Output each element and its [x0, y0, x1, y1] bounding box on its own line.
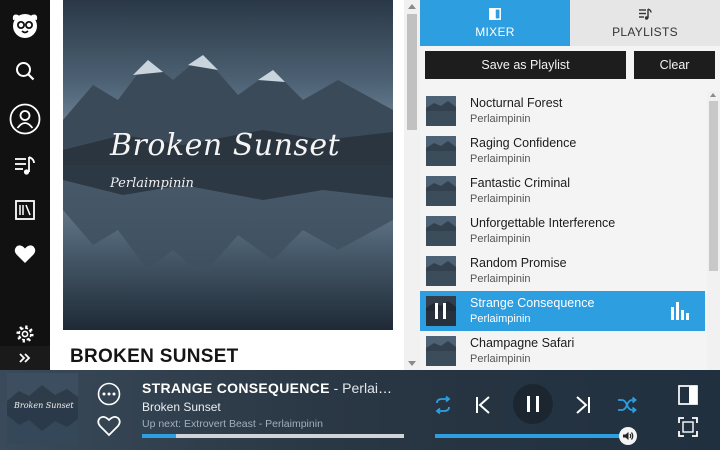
playback-progress-bar[interactable]	[142, 434, 404, 438]
app-window: Broken Sunset Perlaimpinin BROKEN SUNSET…	[0, 0, 720, 450]
queue-item[interactable]: Unforgettable Interference Perlaimpinin	[420, 211, 705, 251]
volume-slider[interactable]	[435, 434, 628, 438]
speaker-icon	[623, 432, 634, 440]
tab-mixer[interactable]: MIXER	[420, 0, 570, 46]
clear-button[interactable]: Clear	[634, 51, 715, 79]
fullscreen-icon[interactable]	[677, 416, 699, 438]
now-playing-cover-title: Broken Sunset	[14, 401, 74, 410]
track-title: Raging Confidence	[470, 136, 577, 150]
player-bar: Broken Sunset STRANGE CONSEQUENCE - Perl…	[0, 370, 720, 450]
tab-playlists[interactable]: PLAYLISTS	[570, 0, 720, 46]
queue-item[interactable]: Random Promise Perlaimpinin	[420, 251, 705, 291]
napster-logo-icon[interactable]	[0, 7, 50, 43]
mixer-icon	[489, 7, 501, 20]
track-artist: Perlaimpinin	[470, 233, 531, 245]
track-thumbnail	[426, 96, 456, 126]
search-icon[interactable]	[0, 53, 50, 89]
track-artist: Perlaimpinin	[470, 273, 531, 285]
save-as-playlist-button[interactable]: Save as Playlist	[425, 51, 626, 79]
expand-chevrons-icon[interactable]	[0, 346, 50, 370]
track-title: Champagne Safari	[470, 336, 575, 350]
album-art-artist: Perlaimpinin	[110, 176, 194, 191]
next-track-icon[interactable]	[572, 394, 594, 416]
queue-item[interactable]: Fantastic Criminal Perlaimpinin	[420, 171, 705, 211]
shuffle-icon[interactable]	[616, 394, 638, 416]
volume-fill	[435, 434, 628, 438]
playlist-icon	[638, 7, 652, 20]
scroll-down-arrow-icon[interactable]	[408, 361, 416, 366]
equalizer-icon	[670, 302, 690, 325]
previous-track-icon[interactable]	[472, 394, 494, 416]
track-artist: Perlaimpinin	[470, 193, 531, 205]
album-art-title: Broken Sunset	[110, 128, 341, 163]
favorite-heart-icon[interactable]	[97, 415, 121, 437]
album-pane: Broken Sunset Perlaimpinin BROKEN SUNSET	[50, 0, 404, 370]
scrollbar-thumb[interactable]	[407, 14, 417, 130]
track-thumbnail	[426, 256, 456, 286]
track-thumbnail	[426, 336, 456, 366]
now-playing-title[interactable]: STRANGE CONSEQUENCE	[142, 380, 330, 396]
queue-item[interactable]: Raging Confidence Perlaimpinin	[420, 131, 705, 171]
profile-icon[interactable]	[0, 101, 50, 137]
track-title: Fantastic Criminal	[470, 176, 571, 190]
track-artist: Perlaimpinin	[470, 153, 531, 165]
radio-icon[interactable]	[0, 192, 50, 228]
track-thumbnail	[426, 136, 456, 166]
pause-icon[interactable]	[430, 300, 452, 327]
volume-knob[interactable]	[619, 427, 637, 445]
now-playing-artist[interactable]: - Perlaimpinin	[330, 380, 400, 396]
track-artist: Perlaimpinin	[470, 353, 531, 365]
scroll-up-arrow-icon[interactable]	[408, 4, 416, 9]
scrollbar-thumb[interactable]	[709, 101, 718, 271]
queue-item[interactable]: Nocturnal Forest Perlaimpinin	[420, 91, 705, 131]
pause-icon	[527, 396, 539, 412]
track-title: Nocturnal Forest	[470, 96, 563, 110]
now-playing-album[interactable]: Broken Sunset	[142, 400, 221, 414]
album-title: BROKEN SUNSET	[70, 346, 239, 367]
track-artist: Perlaimpinin	[470, 313, 531, 325]
right-panel: MIXER PLAYLISTS Save as Playlist Clear N…	[420, 0, 720, 370]
music-library-icon[interactable]	[0, 148, 50, 184]
tab-mixer-label: MIXER	[475, 24, 515, 39]
heart-icon[interactable]	[0, 236, 50, 272]
tab-playlists-label: PLAYLISTS	[612, 24, 678, 39]
now-playing-line: STRANGE CONSEQUENCE - Perlaimpinin	[142, 380, 400, 396]
track-title: Strange Consequence	[470, 296, 595, 310]
track-thumbnail	[426, 216, 456, 246]
repeat-icon[interactable]	[432, 394, 454, 416]
track-title: Random Promise	[470, 256, 567, 270]
up-next-label: Up next: Extrovert Beast - Perlaimpinin	[142, 418, 323, 430]
more-options-icon[interactable]	[97, 382, 121, 406]
queue-item[interactable]: Champagne Safari Perlaimpinin	[420, 331, 705, 370]
left-nav	[0, 0, 50, 370]
queue-list: Nocturnal Forest Perlaimpinin Raging Con…	[420, 91, 720, 370]
album-cover-image: Broken Sunset Perlaimpinin	[63, 0, 393, 330]
track-thumbnail	[426, 176, 456, 206]
now-playing-cover[interactable]: Broken Sunset	[7, 373, 78, 444]
scroll-up-arrow-icon[interactable]	[710, 93, 716, 97]
album-scrollbar[interactable]	[404, 0, 420, 370]
track-artist: Perlaimpinin	[470, 113, 531, 125]
playback-progress-fill	[142, 434, 177, 438]
sidebar-toggle-icon[interactable]	[677, 384, 699, 406]
play-pause-button[interactable]	[513, 384, 553, 424]
queue-item-now-playing[interactable]: Strange Consequence Perlaimpinin	[420, 291, 705, 331]
track-title: Unforgettable Interference	[470, 216, 616, 230]
queue-scrollbar[interactable]	[707, 91, 720, 370]
